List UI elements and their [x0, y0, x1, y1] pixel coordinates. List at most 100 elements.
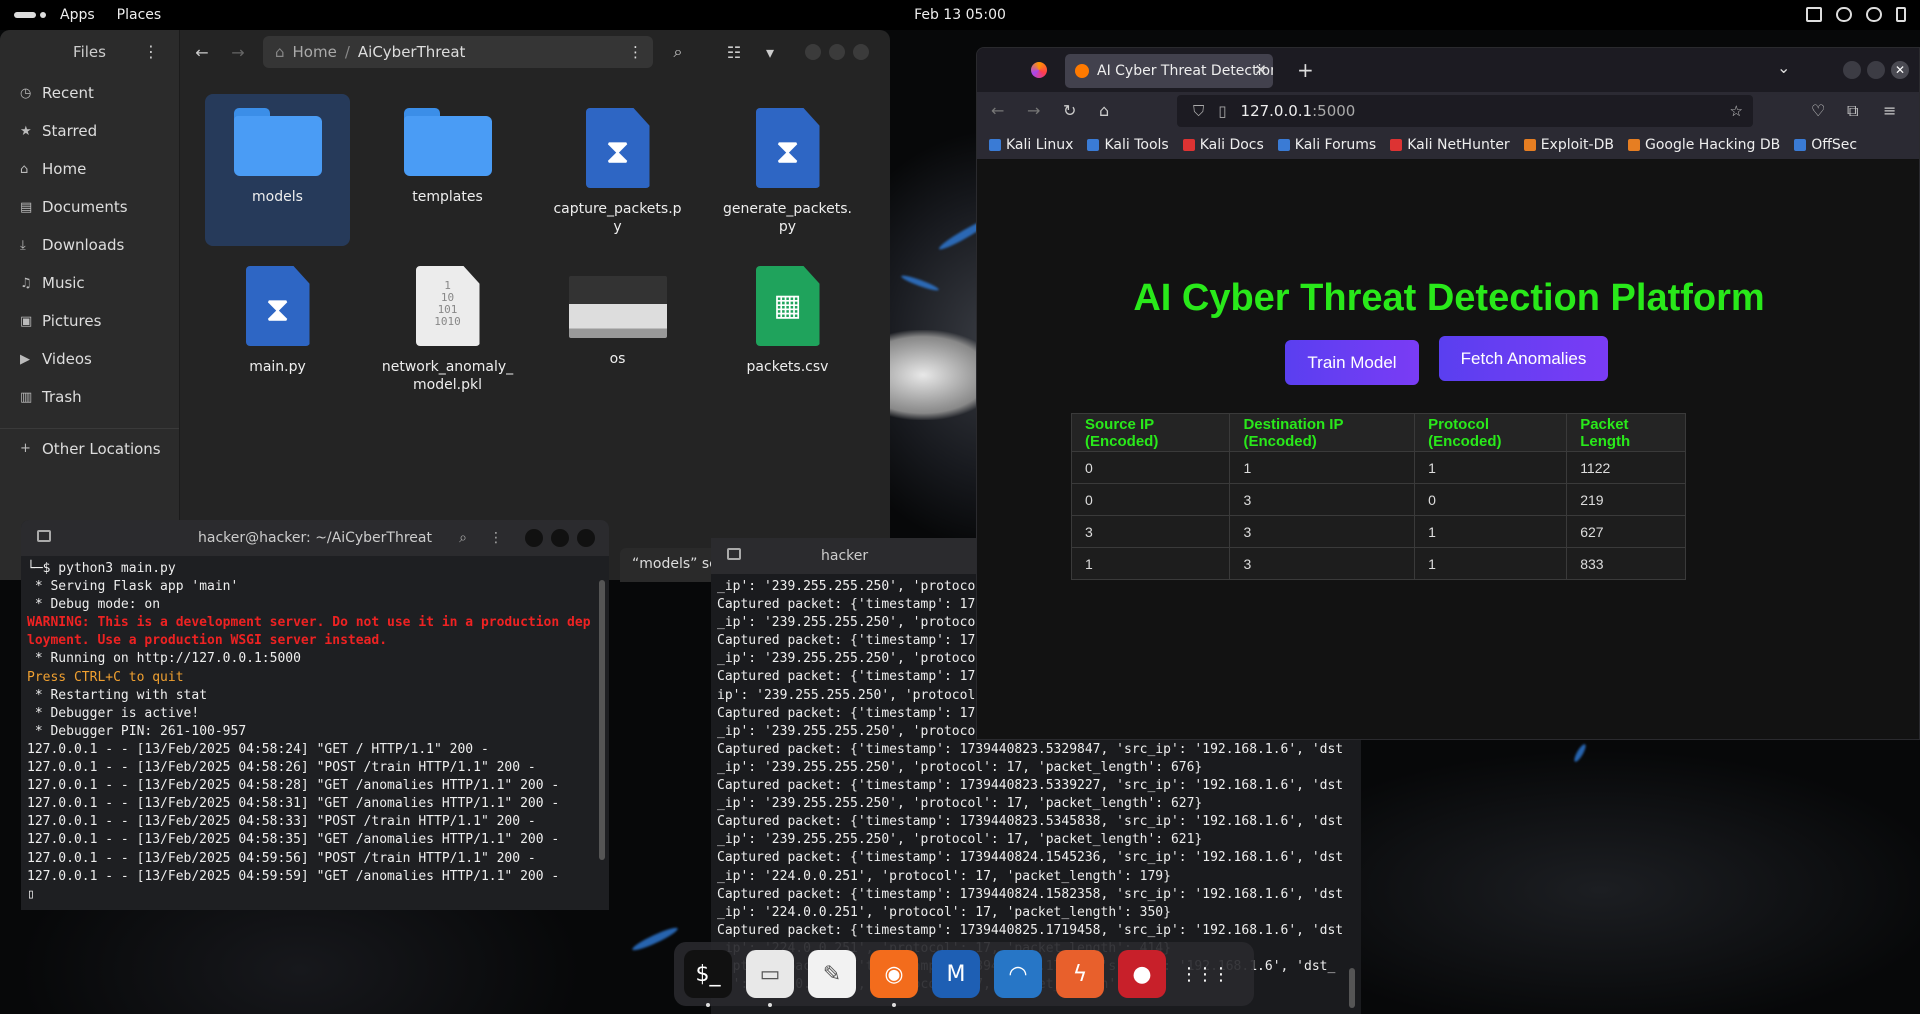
terminal-line: _ip': '239.255.255.250', 'protocol': 17,…: [717, 796, 1203, 812]
path-home[interactable]: Home: [293, 43, 337, 61]
dock-wireshark-icon[interactable]: ◠: [994, 950, 1042, 998]
dock-terminal-icon[interactable]: $_: [684, 950, 732, 1007]
file-name: os: [609, 351, 626, 367]
places-menu[interactable]: Places: [117, 7, 162, 23]
dock-burpsuite-icon[interactable]: ϟ: [1056, 950, 1104, 998]
path-current[interactable]: AiCyberThreat: [358, 43, 466, 61]
file-item[interactable]: ▦ packets.csv: [715, 252, 860, 404]
tab-active[interactable]: AI Cyber Threat Detection Pla ✕: [1065, 54, 1273, 88]
bookmark-kali-nethunter[interactable]: Kali NetHunter: [1390, 137, 1510, 153]
close-button[interactable]: ✕: [1891, 61, 1909, 79]
new-tab-icon[interactable]: [37, 530, 51, 542]
maximize-button[interactable]: [829, 44, 845, 60]
sidebar-menu-icon[interactable]: ⋮: [143, 44, 159, 60]
back-icon[interactable]: ←: [991, 101, 1004, 120]
file-item[interactable]: ⧗ capture_packets.py: [545, 94, 690, 246]
dock-cherrytree-icon[interactable]: ●: [1118, 950, 1166, 998]
close-tab-icon[interactable]: ✕: [1254, 61, 1267, 79]
path-bar[interactable]: ⌂ Home / AiCyberThreat ⋮: [263, 36, 653, 68]
terminal-line: └─$ python3 main.py: [27, 561, 176, 576]
view-toggle-icon[interactable]: ☷: [723, 43, 745, 62]
menu-icon[interactable]: ⋮: [489, 530, 503, 546]
view-options-icon[interactable]: ▾: [759, 43, 781, 62]
display-icon[interactable]: [1806, 7, 1822, 22]
new-tab-icon[interactable]: [727, 548, 741, 560]
models-window-tab[interactable]: “models” se: [620, 548, 720, 582]
dock-metasploit-icon[interactable]: M: [932, 950, 980, 998]
clock[interactable]: Feb 13 05:00: [0, 7, 1920, 23]
sidebar-item-home[interactable]: ⌂ Home: [0, 150, 179, 188]
forward-icon[interactable]: →: [227, 43, 249, 62]
bookmark-kali-forums[interactable]: Kali Forums: [1277, 137, 1376, 153]
fetch-anomalies-button[interactable]: Fetch Anomalies: [1439, 336, 1608, 381]
sidebar-item-pictures[interactable]: ▣ Pictures: [0, 302, 179, 340]
sidebar-item-other-locations[interactable]: + Other Locations: [0, 428, 179, 466]
home-icon[interactable]: ⌂: [1099, 101, 1109, 120]
pocket-icon[interactable]: ♡: [1811, 101, 1825, 120]
shield-icon[interactable]: ⛉: [1193, 102, 1204, 120]
path-menu-icon[interactable]: ⋮: [628, 43, 643, 61]
list-tabs-icon[interactable]: ⌄: [1777, 58, 1790, 77]
apps-menu[interactable]: Apps: [60, 7, 95, 23]
sidebar-item-label: Documents: [42, 198, 128, 216]
volume-muted-icon[interactable]: [1866, 7, 1882, 22]
sidebar-item-label: Recent: [42, 84, 94, 102]
bookmark-kali-docs[interactable]: Kali Docs: [1182, 137, 1264, 153]
sidebar-item-documents[interactable]: ▤ Documents: [0, 188, 179, 226]
minimize-button[interactable]: [525, 529, 543, 547]
reload-icon[interactable]: ↻: [1063, 101, 1076, 120]
extensions-icon[interactable]: ⧉: [1847, 101, 1858, 121]
dock-app-grid-icon[interactable]: ⋮⋮⋮: [1180, 950, 1230, 998]
bookmark-exploit-db[interactable]: Exploit-DB: [1523, 137, 1614, 153]
forward-icon[interactable]: →: [1027, 101, 1040, 120]
close-button[interactable]: [577, 529, 595, 547]
file-item[interactable]: models: [205, 94, 350, 246]
sidebar-item-trash[interactable]: ▥ Trash: [0, 378, 179, 416]
activities-button[interactable]: [0, 0, 60, 30]
close-button[interactable]: [853, 44, 869, 60]
terminal-line: _ip': '224.0.0.251', 'protocol': 17, 'pa…: [717, 868, 1171, 884]
app-menu-icon[interactable]: ≡: [1883, 101, 1896, 120]
dock-files-icon[interactable]: ▭: [746, 950, 794, 1007]
minimize-button[interactable]: [1843, 61, 1861, 79]
dock-firefox-icon[interactable]: ◉: [870, 950, 918, 1007]
search-icon[interactable]: ⌕: [459, 530, 467, 546]
sidebar-item-starred[interactable]: ★ Starred: [0, 112, 179, 150]
train-model-button[interactable]: Train Model: [1285, 340, 1419, 385]
battery-icon[interactable]: [1896, 7, 1906, 22]
scrollbar[interactable]: [1349, 968, 1355, 1008]
file-item[interactable]: templates: [375, 94, 520, 246]
bookmark-star-icon[interactable]: ☆: [1730, 102, 1743, 120]
scrollbar[interactable]: [599, 580, 605, 860]
file-item[interactable]: 1 10 101 1010 network_anomaly_model.pkl: [375, 252, 520, 404]
file-item[interactable]: ⧗ generate_packets.py: [715, 94, 860, 246]
firefox-view-icon[interactable]: [1031, 62, 1047, 78]
notifications-muted-icon[interactable]: [1836, 7, 1852, 22]
bookmark-offsec[interactable]: OffSec: [1794, 137, 1857, 153]
url-bar[interactable]: ⛉ ▯ 127.0.0.1:5000 ☆: [1177, 95, 1753, 127]
sidebar-item-downloads[interactable]: ⤓ Downloads: [0, 226, 179, 264]
bookmark-kali-linux[interactable]: Kali Linux: [989, 137, 1073, 153]
new-tab-icon[interactable]: +: [1297, 58, 1314, 82]
table-header: Protocol (Encoded): [1414, 413, 1568, 452]
folder-icon: [403, 108, 492, 176]
bookmark-kali-tools[interactable]: Kali Tools: [1087, 136, 1169, 153]
sidebar-item-recent[interactable]: ◷ Recent: [0, 74, 179, 112]
bookmark-favicon-icon: [1627, 138, 1640, 151]
bookmark-google-hacking-db[interactable]: Google Hacking DB: [1627, 137, 1780, 153]
terminal-window-flask[interactable]: hacker@hacker: ~/AiCyberThreat ⌕ ⋮ └─$ p…: [21, 520, 609, 910]
search-icon[interactable]: ⌕: [667, 42, 689, 62]
maximize-button[interactable]: [1867, 61, 1885, 79]
sidebar-item-videos[interactable]: ▶ Videos: [0, 340, 179, 378]
file-item[interactable]: ⧗ main.py: [205, 252, 350, 404]
system-tray[interactable]: [1806, 7, 1906, 22]
sidebar-item-music[interactable]: ♫ Music: [0, 264, 179, 302]
file-item[interactable]: os: [545, 252, 690, 404]
dock-text-editor-icon[interactable]: ✎: [808, 950, 856, 998]
bookmark-label: Kali Tools: [1104, 136, 1169, 153]
maximize-button[interactable]: [551, 529, 569, 547]
terminal-title: hacker@hacker: ~/AiCyberThreat: [198, 530, 432, 546]
back-icon[interactable]: ←: [191, 43, 213, 62]
page-info-icon[interactable]: ▯: [1218, 102, 1226, 120]
minimize-button[interactable]: [805, 44, 821, 60]
